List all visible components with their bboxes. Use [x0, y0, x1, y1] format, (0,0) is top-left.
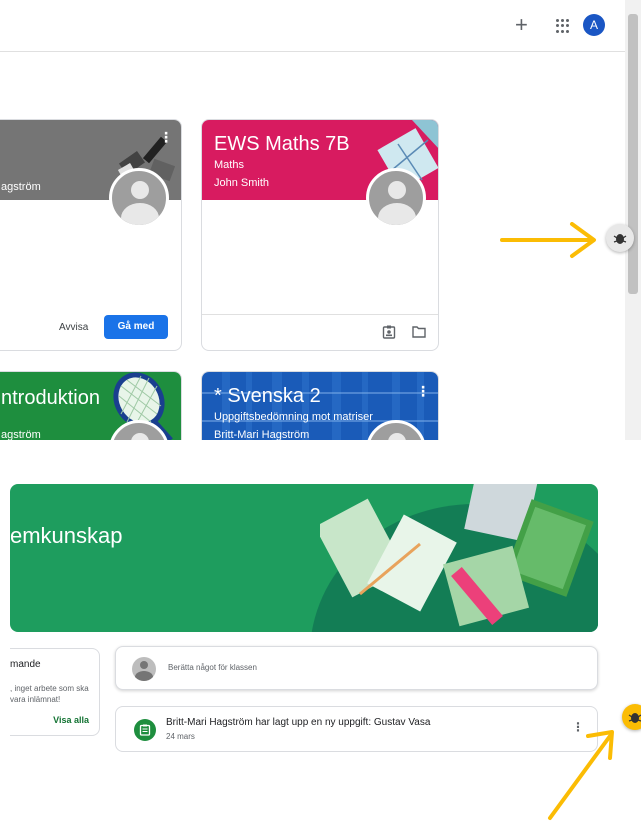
- account-avatar[interactable]: A: [583, 14, 605, 36]
- teacher-avatar: [366, 168, 426, 228]
- class-title[interactable]: * Svenska 2: [214, 384, 321, 408]
- post-date: 24 mars: [166, 732, 195, 741]
- user-avatar: [132, 657, 156, 681]
- top-app-bar: + A: [0, 0, 625, 52]
- class-card-introduktion[interactable]: ntroduktion agström: [0, 371, 182, 440]
- post-title[interactable]: Britt-Mari Hagström har lagt upp en ny u…: [166, 717, 430, 728]
- class-section: Uppgiftsbedömning mot matriser: [214, 411, 373, 423]
- class-card-ews-maths[interactable]: EWS Maths 7B Maths John Smith: [201, 119, 439, 351]
- class-banner: emkunskap: [10, 484, 598, 632]
- bug-icon: [613, 234, 627, 244]
- reject-invite-button[interactable]: Avvisa: [59, 322, 88, 333]
- view-all-link[interactable]: Visa alla: [53, 715, 89, 725]
- classes-screenshot: + A ⋮ agström Avvisa Gå med EWS Maths 7B…: [0, 0, 641, 440]
- class-title: emkunskap: [10, 523, 123, 548]
- class-section: Maths: [214, 159, 244, 171]
- screenshot-collage: + A ⋮ agström Avvisa Gå med EWS Maths 7B…: [0, 0, 641, 837]
- side-extension-button[interactable]: [622, 704, 641, 730]
- class-teacher: agström: [1, 429, 41, 440]
- upcoming-title: mande: [10, 659, 41, 670]
- annotation-arrow-diagonal: [548, 730, 614, 820]
- upcoming-empty-text: , inget arbete som ska vara inlämnat!: [10, 684, 89, 704]
- stream-post[interactable]: Britt-Mari Hagström har lagt upp en ny u…: [115, 706, 598, 752]
- books-illustration: [320, 484, 594, 627]
- folder-icon[interactable]: [412, 326, 426, 338]
- share-with-class-box[interactable]: Berätta något för klassen: [115, 646, 598, 690]
- scrollbar-thumb[interactable]: [628, 14, 638, 294]
- class-card-footer: [202, 314, 438, 350]
- bug-icon: [628, 713, 641, 723]
- more-vert-icon[interactable]: ⋮: [416, 384, 430, 398]
- teacher-avatar: [109, 168, 169, 228]
- apps-grid-icon[interactable]: [556, 19, 570, 33]
- upcoming-panel: mande , inget arbete som ska vara inlämn…: [10, 648, 100, 736]
- assignment-ind-icon[interactable]: [382, 325, 396, 339]
- class-teacher: John Smith: [214, 177, 270, 189]
- assignment-icon: [134, 719, 156, 741]
- class-title[interactable]: ntroduktion: [1, 386, 100, 410]
- join-class-button[interactable]: Gå med: [104, 315, 168, 339]
- add-icon[interactable]: +: [515, 13, 528, 37]
- share-placeholder[interactable]: Berätta något för klassen: [168, 663, 257, 672]
- class-title[interactable]: EWS Maths 7B: [214, 132, 350, 156]
- more-vert-icon[interactable]: ⋮: [159, 130, 173, 144]
- side-extension-button[interactable]: [606, 224, 634, 252]
- class-teacher: Britt-Mari Hagström: [214, 429, 310, 440]
- class-teacher: agström: [1, 181, 41, 193]
- annotation-arrow-right: [500, 222, 596, 258]
- class-stream-screenshot: emkunskap mande , inget arbete som ska v…: [0, 456, 641, 837]
- class-card-svenska-2[interactable]: ⋮ * Svenska 2 Uppgiftsbedömning mot matr…: [201, 371, 439, 440]
